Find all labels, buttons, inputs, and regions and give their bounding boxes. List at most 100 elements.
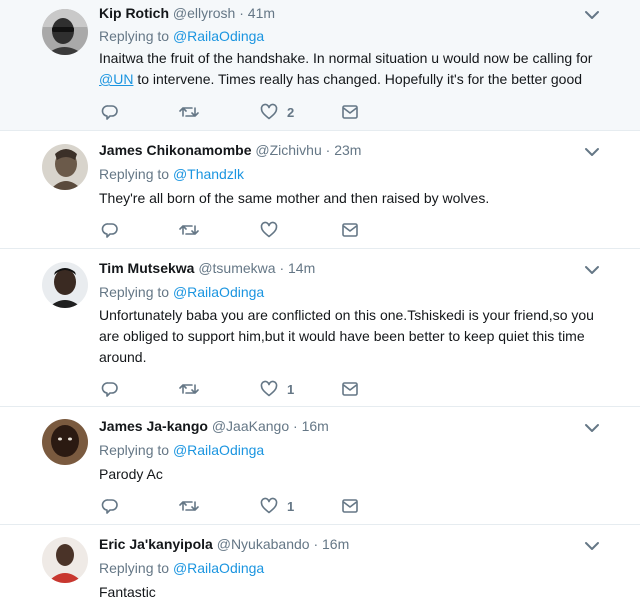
direct-message-button[interactable] (341, 379, 359, 399)
heart-icon (260, 497, 278, 514)
author-handle[interactable]: @Nyukabando (217, 536, 310, 552)
replying-to: Replying to @RailaOdinga (99, 283, 264, 301)
replying-to: Replying to @Thandzlk (99, 165, 244, 183)
tweet-text-part: Inaitwa the fruit of the handshake. In n… (99, 50, 593, 66)
envelope-icon (342, 105, 358, 119)
tweet-eric-jakanyipola[interactable]: Eric Ja'kanyipola @Nyukabando · 16m Repl… (0, 525, 640, 611)
replying-mention[interactable]: @Thandzlk (173, 166, 244, 182)
like-count: 1 (287, 381, 295, 397)
avatar-image (42, 419, 88, 465)
separator-dot: · (313, 536, 319, 552)
replying-label: Replying to (99, 284, 170, 300)
avatar[interactable] (42, 262, 88, 308)
tweet-actions (101, 220, 401, 240)
like-count: 2 (287, 104, 295, 120)
direct-message-button[interactable] (341, 220, 359, 240)
like-button[interactable]: 1 (260, 379, 294, 399)
author-name[interactable]: Kip Rotich (99, 5, 169, 21)
timestamp[interactable]: 23m (334, 142, 361, 158)
chevron-down-icon[interactable] (583, 537, 601, 555)
separator-dot: · (325, 142, 331, 158)
reply-button[interactable] (101, 496, 119, 516)
avatar-image (42, 262, 88, 308)
replying-label: Replying to (99, 560, 170, 576)
avatar[interactable] (42, 144, 88, 190)
like-button[interactable]: 1 (260, 496, 294, 516)
replying-mention[interactable]: @RailaOdinga (173, 284, 264, 300)
timestamp[interactable]: 41m (248, 5, 275, 21)
separator-dot: · (293, 418, 298, 434)
direct-message-button[interactable] (341, 102, 359, 122)
retweet-button[interactable] (179, 220, 199, 240)
tweet-header: Eric Ja'kanyipola @Nyukabando · 16m (99, 535, 349, 553)
tweet-james-ja-kango[interactable]: James Ja-kango @JaaKango · 16m Replying … (0, 407, 640, 525)
like-button[interactable]: 2 (260, 102, 294, 122)
replying-to: Replying to @RailaOdinga (99, 27, 264, 45)
retweet-icon (179, 501, 199, 511)
tweet-header: Tim Mutsekwa @tsumekwa · 14m (99, 259, 315, 277)
envelope-icon (342, 499, 358, 513)
like-button[interactable] (260, 220, 278, 240)
envelope-icon (342, 382, 358, 396)
avatar-image (42, 9, 88, 55)
tweet-text: Fantastic (99, 584, 156, 600)
replying-label: Replying to (99, 28, 170, 44)
tweet-text: Inaitwa the fruit of the handshake. In n… (99, 48, 599, 90)
author-handle[interactable]: @JaaKango (212, 418, 289, 434)
retweet-button[interactable] (179, 379, 199, 399)
author-name[interactable]: Eric Ja'kanyipola (99, 536, 213, 552)
chevron-down-icon[interactable] (583, 261, 601, 279)
tweet-actions: 1 (101, 379, 401, 399)
tweet-header: James Ja-kango @JaaKango · 16m (99, 417, 329, 435)
envelope-icon (342, 223, 358, 237)
replying-mention[interactable]: @RailaOdinga (173, 28, 264, 44)
reply-icon (101, 105, 118, 120)
chevron-down-icon[interactable] (583, 419, 601, 437)
replying-mention[interactable]: @RailaOdinga (173, 442, 264, 458)
tweet-text: Unfortunately baba you are conflicted on… (99, 307, 594, 365)
heart-icon (260, 221, 278, 238)
separator-dot: · (239, 5, 244, 21)
chevron-down-icon[interactable] (583, 6, 601, 24)
avatar-image (42, 537, 88, 583)
timestamp[interactable]: 14m (288, 260, 315, 276)
avatar-image (42, 144, 88, 190)
chevron-down-icon[interactable] (583, 143, 601, 161)
author-handle[interactable]: @ellyrosh (173, 5, 235, 21)
avatar[interactable] (42, 537, 88, 583)
reply-icon (101, 499, 118, 514)
replying-mention[interactable]: @RailaOdinga (173, 560, 264, 576)
tweet-header: Kip Rotich @ellyrosh · 41m (99, 4, 275, 22)
replying-to: Replying to @RailaOdinga (99, 559, 264, 577)
timestamp[interactable]: 16m (322, 536, 349, 552)
separator-dot: · (279, 260, 285, 276)
author-name[interactable]: James Chikonamombe (99, 142, 252, 158)
replying-label: Replying to (99, 442, 170, 458)
tweet-text: They're all born of the same mother and … (99, 190, 490, 206)
tweet-text: Parody Ac (99, 466, 163, 482)
tweet-kip-rotich[interactable]: Kip Rotich @ellyrosh · 41m Replying to @… (0, 0, 640, 131)
reply-button[interactable] (101, 220, 119, 240)
mention-link[interactable]: @UN (99, 71, 133, 87)
author-handle[interactable]: @tsumekwa (198, 260, 275, 276)
tweet-james-chikonamombe[interactable]: James Chikonamombe @Zichivhu · 23m Reply… (0, 131, 640, 249)
replying-label: Replying to (99, 166, 170, 182)
timestamp[interactable]: 16m (302, 418, 329, 434)
reply-icon (101, 382, 118, 397)
retweet-icon (179, 225, 199, 235)
retweet-icon (179, 384, 199, 394)
retweet-button[interactable] (179, 496, 199, 516)
tweet-text-part: to intervene. Times really has changed. … (137, 71, 583, 87)
avatar[interactable] (42, 419, 88, 465)
tweet-tim-mutsekwa[interactable]: Tim Mutsekwa @tsumekwa · 14m Replying to… (0, 249, 640, 407)
heart-icon (260, 103, 278, 120)
author-name[interactable]: James Ja-kango (99, 418, 208, 434)
avatar[interactable] (42, 9, 88, 55)
direct-message-button[interactable] (341, 496, 359, 516)
reply-button[interactable] (101, 102, 119, 122)
retweet-button[interactable] (179, 102, 199, 122)
author-handle[interactable]: @Zichivhu (255, 142, 321, 158)
reply-button[interactable] (101, 379, 119, 399)
author-name[interactable]: Tim Mutsekwa (99, 260, 194, 276)
tweet-actions: 2 (101, 102, 401, 122)
